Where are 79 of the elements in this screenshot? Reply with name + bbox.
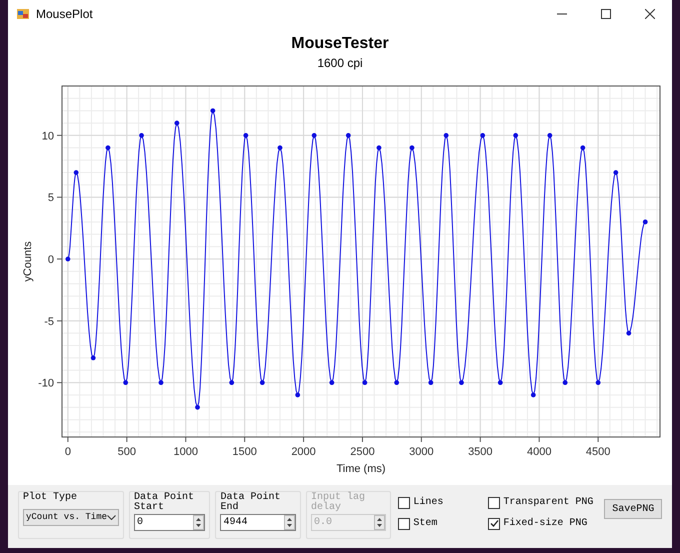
number-field[interactable]: 4944 — [220, 514, 296, 531]
x-tick-label: 4500 — [586, 446, 610, 458]
x-tick-label: 2000 — [291, 446, 316, 458]
y-tick-label: 0 — [48, 254, 54, 266]
data-point — [158, 380, 164, 386]
x-tick-label: 500 — [118, 446, 136, 458]
checkbox-label: Stem — [413, 517, 438, 531]
y-tick-label: -5 — [44, 316, 54, 328]
x-tick-label: 3500 — [468, 446, 493, 458]
data-point — [626, 330, 632, 336]
group-label: Input lag delay — [310, 493, 366, 513]
y-tick-label: -10 — [38, 378, 54, 390]
group-label: Data Point Start — [134, 493, 196, 513]
checkbox-label: Lines — [413, 496, 444, 510]
checkbox-label: Transparent PNG — [503, 496, 594, 510]
data-point — [428, 380, 434, 386]
spinner-icon — [374, 515, 386, 530]
data-point — [410, 145, 414, 150]
chart-subtitle: 1600 cpi — [317, 55, 363, 71]
data-point — [642, 220, 648, 224]
data-point — [613, 170, 618, 175]
x-axis-label: Time (ms) — [336, 463, 386, 475]
x-tick-label: 0 — [64, 446, 71, 458]
close-icon — [645, 9, 655, 19]
maximize-icon — [601, 9, 611, 19]
data-point — [90, 356, 96, 360]
data-point — [480, 133, 486, 138]
data-point — [312, 133, 317, 138]
x-tick-label: 1000 — [173, 446, 198, 458]
x-tick-label: 1500 — [232, 446, 257, 458]
checkbox[interactable] — [488, 518, 500, 530]
chart-title: MouseTester — [291, 34, 389, 54]
checkbox[interactable] — [398, 518, 410, 530]
data-point — [346, 133, 351, 138]
y-axis-label: yCounts — [22, 241, 34, 282]
data-point — [210, 108, 216, 114]
x-tick-label: 3000 — [409, 446, 434, 458]
data-point — [498, 380, 503, 386]
data-point — [174, 120, 180, 126]
data-point — [229, 380, 234, 386]
y-tick-label: 10 — [42, 130, 54, 142]
data-point — [106, 145, 110, 150]
spinner-icon — [193, 515, 204, 530]
data-point — [139, 133, 144, 138]
checkbox[interactable] — [488, 496, 500, 508]
app-icon — [16, 7, 30, 21]
data-point — [123, 380, 128, 386]
group-label: Data Point End — [220, 493, 282, 513]
data-point — [376, 145, 382, 150]
data-point — [459, 380, 464, 386]
checkbox-label: Fixed-size PNG — [503, 516, 588, 531]
data-point — [260, 380, 265, 386]
checkbox[interactable] — [398, 496, 410, 508]
save-button[interactable]: SavePNG — [604, 499, 662, 519]
data-point — [547, 133, 552, 138]
data-point — [394, 380, 400, 386]
number-field[interactable]: 0 — [134, 514, 206, 531]
data-point — [278, 145, 282, 150]
group-label: Plot Type — [23, 493, 78, 503]
data-point — [530, 392, 536, 398]
data-point — [295, 392, 300, 398]
data-point — [195, 404, 200, 410]
data-point — [329, 380, 334, 386]
x-tick-label: 2500 — [350, 446, 375, 458]
plot-type-dropdown[interactable]: yCount vs. Time — [23, 509, 119, 526]
data-point — [562, 380, 568, 386]
spinner-icon — [284, 515, 295, 530]
data-point — [243, 133, 248, 138]
window-title: MousePlot — [36, 6, 93, 23]
data-point — [444, 133, 449, 138]
data-point — [362, 380, 368, 386]
chevron-icon — [107, 515, 116, 520]
y-tick-label: 5 — [48, 192, 54, 204]
data-point — [513, 133, 518, 138]
x-tick-label: 4000 — [526, 446, 552, 458]
data-point — [596, 380, 601, 386]
data-point — [580, 145, 586, 150]
data-point — [66, 256, 70, 262]
data-point — [74, 170, 79, 175]
